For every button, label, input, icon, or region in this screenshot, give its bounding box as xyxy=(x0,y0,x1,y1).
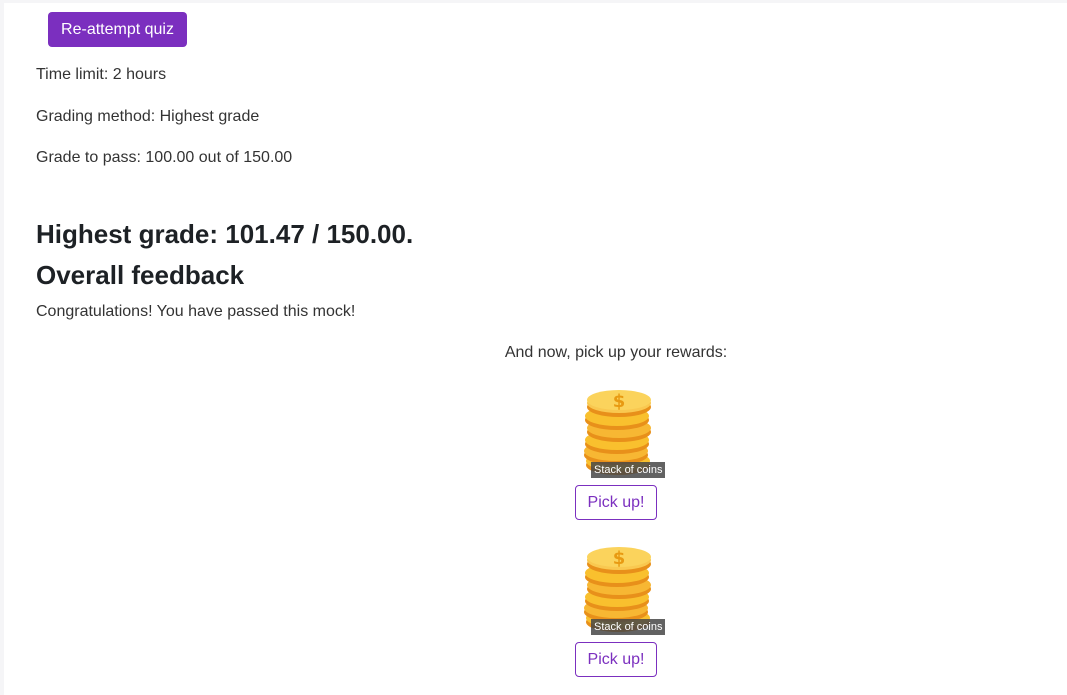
top-strip xyxy=(0,0,1067,3)
highest-grade-heading: Highest grade: 101.47 / 150.00. xyxy=(36,219,414,249)
time-limit-text: Time limit: 2 hours xyxy=(36,66,167,83)
svg-text:$: $ xyxy=(613,391,626,412)
pick-up-button[interactable]: Pick up! xyxy=(575,642,657,677)
feedback-text: Congratulations! You have passed this mo… xyxy=(36,303,356,320)
coins-image-caption: Stack of coins xyxy=(591,462,666,478)
grading-method-text: Grading method: Highest grade xyxy=(36,108,260,125)
grade-to-pass-text: Grade to pass: 100.00 out of 150.00 xyxy=(36,149,293,166)
overall-feedback-heading: Overall feedback xyxy=(36,260,245,290)
svg-text:$: $ xyxy=(613,548,626,569)
reattempt-quiz-button[interactable]: Re-attempt quiz xyxy=(48,12,187,47)
rewards-intro: And now, pick up your rewards: xyxy=(504,344,728,361)
coins-image-caption: Stack of coins xyxy=(591,619,666,635)
pick-up-button[interactable]: Pick up! xyxy=(575,485,657,520)
